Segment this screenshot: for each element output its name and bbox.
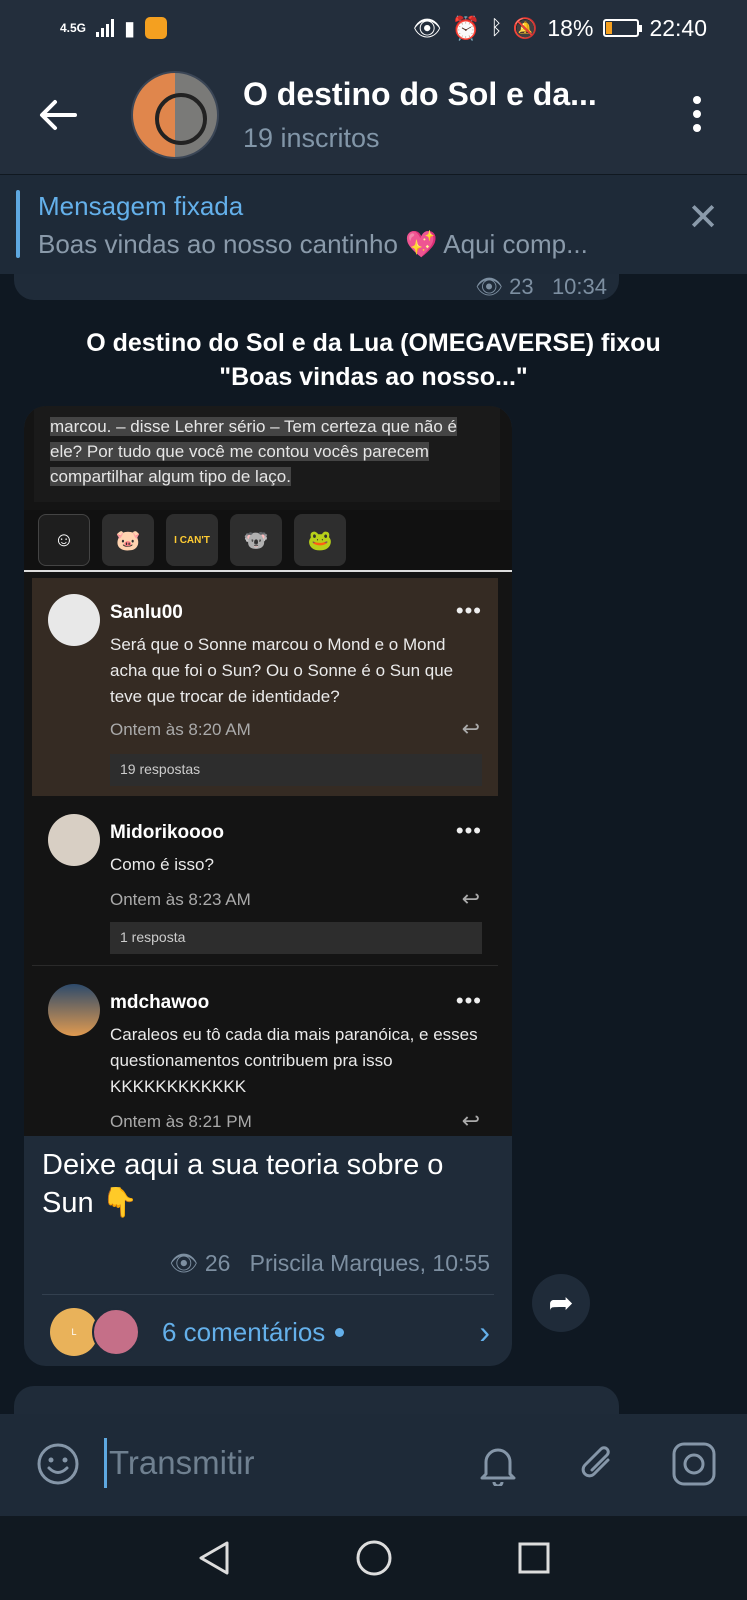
- reply-icon: ↩: [461, 716, 480, 741]
- avatar: [48, 984, 100, 1036]
- comments-label: 6 comentários: [162, 1316, 326, 1347]
- message-input[interactable]: Transmitir: [104, 1438, 254, 1488]
- battery-icon: [603, 19, 643, 37]
- previous-message-meta: 👁 23 10:34: [475, 274, 607, 300]
- back-arrow-icon[interactable]: [30, 87, 86, 143]
- commenter-avatar: L: [50, 1308, 98, 1356]
- reaction-row: ☺ 🐷 I CAN'T 🐨 🐸: [24, 510, 512, 572]
- comment-date: Ontem às 8:20 AM: [110, 720, 251, 739]
- comment-item: Midorikoooo ••• Como é isso? Ontem às 8:…: [32, 798, 498, 966]
- eye-icon: 👁: [169, 1250, 199, 1276]
- avatar: [48, 594, 100, 646]
- subscriber-count: 19 inscritos: [243, 123, 380, 153]
- replies-count: 19 respostas: [110, 754, 482, 786]
- alarm-icon: ⏰: [451, 14, 481, 41]
- attached-screenshot[interactable]: marcou. – disse Lehrer sério – Tem certe…: [24, 406, 512, 1136]
- bluetooth-icon: ᛒ: [490, 16, 503, 39]
- view-count: 26: [204, 1250, 231, 1276]
- service-message: O destino do Sol e da Lua (OMEGAVERSE) f…: [0, 326, 747, 394]
- view-count: 23: [509, 274, 534, 299]
- nav-back-icon[interactable]: [190, 1534, 238, 1582]
- status-bar: 4.5G ▮ 👁 ⏰ ᛒ 🔕 18% 22:40: [0, 0, 747, 56]
- channel-avatar[interactable]: [131, 71, 219, 159]
- comment-username: Midorikoooo: [110, 822, 224, 843]
- chevron-right-icon: ›: [479, 1313, 490, 1350]
- comment-date: Ontem às 8:23 AM: [110, 890, 251, 909]
- unread-dot: [335, 1327, 345, 1337]
- system-navigation-bar: [0, 1516, 747, 1600]
- pinned-title: Mensagem fixada: [38, 191, 244, 221]
- eye-icon: 👁: [412, 14, 442, 41]
- pinned-text: Boas vindas ao nosso cantinho 💖 Aqui com…: [38, 229, 588, 259]
- story-text: marcou. – disse Lehrer sério – Tem certe…: [50, 417, 457, 486]
- battery-percent: 18%: [547, 14, 594, 41]
- reply-icon: ↩: [461, 886, 480, 911]
- close-icon[interactable]: ✕: [687, 195, 719, 240]
- message-time: 10:34: [551, 274, 607, 299]
- paperclip-icon[interactable]: [572, 1438, 624, 1490]
- sticker-frog-icon: 🐸: [294, 514, 346, 566]
- sticker-pig-icon: 🐷: [102, 514, 154, 566]
- service-line-2: "Boas vindas ao nosso...": [219, 363, 528, 391]
- input-bar: Transmitir: [0, 1414, 747, 1516]
- channel-info[interactable]: O destino do Sol e da... 19 inscritos: [243, 76, 597, 154]
- message-author-time: Priscila Marques, 10:55: [249, 1250, 490, 1276]
- sticker-koala-icon: 🐨: [230, 514, 282, 566]
- avatar: [48, 814, 100, 866]
- alert-icon: ▮: [124, 17, 136, 40]
- message-bubble[interactable]: marcou. – disse Lehrer sério – Tem certe…: [24, 406, 512, 1366]
- comment-text: Será que o Sonne marcou o Mond e o Mond …: [110, 635, 454, 706]
- comment-text: Caraleos eu tô cada dia mais paranóica, …: [110, 1025, 478, 1096]
- more-icon: •••: [455, 818, 482, 843]
- mute-icon: 🔕: [512, 17, 538, 40]
- message-caption: Deixe aqui a sua teoria sobre o Sun 👇: [42, 1149, 444, 1219]
- app-notification-icon: [145, 17, 168, 39]
- comment-username: mdchawoo: [110, 992, 210, 1013]
- comment-username: Sanlu00: [110, 602, 183, 623]
- more-options-icon[interactable]: [693, 96, 701, 132]
- message-meta: 👁 26 Priscila Marques, 10:55: [169, 1250, 490, 1277]
- comment-item: Sanlu00 ••• Será que o Sonne marcou o Mo…: [32, 578, 498, 796]
- clock: 22:40: [649, 14, 707, 41]
- chat-header: O destino do Sol e da... 19 inscritos: [0, 56, 747, 174]
- nav-recents-icon[interactable]: [510, 1534, 558, 1582]
- eye-icon: 👁: [475, 274, 503, 299]
- channel-title: O destino do Sol e da...: [243, 76, 597, 112]
- divider: [42, 1294, 494, 1295]
- comment-text: Como é isso?: [110, 855, 214, 874]
- nav-home-icon[interactable]: [350, 1534, 398, 1582]
- comments-button[interactable]: L 6 comentários ›: [50, 1306, 490, 1358]
- comment-date: Ontem às 8:21 PM: [110, 1112, 252, 1131]
- service-line-1: O destino do Sol e da Lua (OMEGAVERSE) f…: [86, 329, 661, 357]
- pinned-indicator: [16, 190, 20, 258]
- story-excerpt: marcou. – disse Lehrer sério – Tem certe…: [34, 406, 500, 502]
- comment-item: mdchawoo ••• Caraleos eu tô cada dia mai…: [32, 968, 498, 1136]
- emoji-icon[interactable]: [32, 1438, 84, 1490]
- share-icon[interactable]: ➦: [532, 1274, 590, 1332]
- network-type: 4.5G: [60, 21, 87, 35]
- more-icon: •••: [455, 988, 482, 1013]
- pinned-message-bar[interactable]: Mensagem fixada Boas vindas ao nosso can…: [0, 174, 747, 274]
- camera-icon[interactable]: [668, 1438, 720, 1490]
- commenter-avatar: [92, 1308, 140, 1356]
- chat-area: 👁 23 10:34 O destino do Sol e da Lua (OM…: [0, 274, 747, 1414]
- smiley-add-icon: ☺: [38, 514, 90, 566]
- replies-count: 1 resposta: [110, 922, 482, 954]
- next-message-bubble[interactable]: [14, 1386, 619, 1414]
- more-icon: •••: [455, 598, 482, 623]
- sticker-icant: I CAN'T: [166, 514, 218, 566]
- bell-icon[interactable]: [472, 1438, 524, 1490]
- reply-icon: ↩: [461, 1108, 480, 1133]
- signal-icon: [96, 19, 115, 37]
